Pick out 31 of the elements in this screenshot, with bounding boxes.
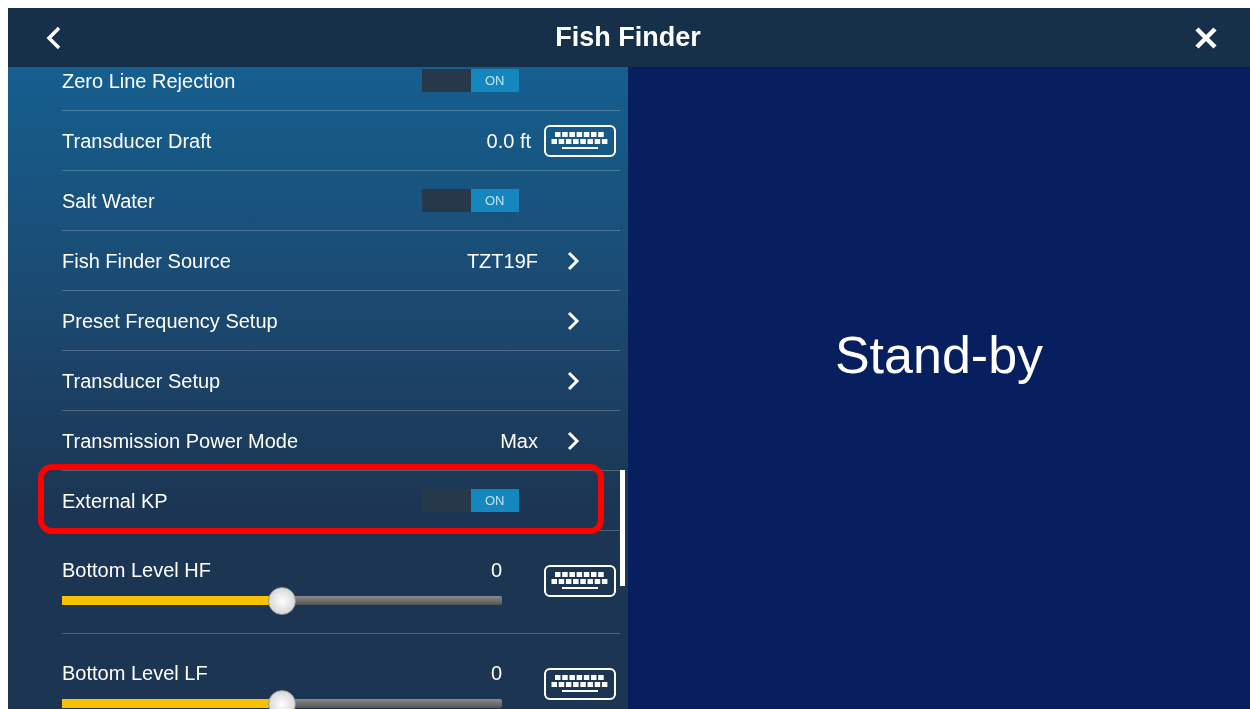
keyboard-button[interactable] <box>544 668 616 700</box>
setting-label: Bottom Level LF <box>62 661 208 686</box>
chevron-right-icon[interactable] <box>566 310 580 331</box>
chevron-right-icon[interactable] <box>566 250 580 271</box>
setting-label[interactable]: Transmission Power Mode <box>62 425 298 456</box>
setting-label[interactable]: Transducer Setup <box>62 365 221 396</box>
keyboard-icon <box>550 129 610 152</box>
chevron-right-icon[interactable] <box>566 430 580 451</box>
setting-label: Transducer Draft <box>62 128 212 154</box>
setting-label: Salt Water <box>62 188 155 214</box>
setting-value: 0.0 ft <box>486 128 531 154</box>
back-icon[interactable] <box>46 25 62 50</box>
setting-label: External KP <box>62 488 168 514</box>
status-text: Stand-by <box>834 329 1044 386</box>
keyboard-button[interactable] <box>544 124 616 157</box>
setting-value: Max <box>500 428 538 454</box>
chevron-right-icon[interactable] <box>566 370 580 391</box>
keyboard-icon <box>550 570 610 592</box>
close-icon[interactable] <box>1194 25 1218 50</box>
scrollbar[interactable] <box>620 470 625 586</box>
setting-label[interactable]: Fish Finder Source <box>62 245 231 276</box>
slider-thumb[interactable] <box>268 587 296 615</box>
setting-label: Zero Line Rejection <box>62 68 236 94</box>
setting-label: Bottom Level HF <box>62 558 211 583</box>
setting-value: TZT19F <box>466 248 538 274</box>
window-title: Fish Finder <box>555 21 701 55</box>
keyboard-icon <box>550 673 610 695</box>
setting-label[interactable]: Preset Frequency Setup <box>62 305 278 336</box>
setting-value: 0 <box>490 558 502 583</box>
keyboard-button[interactable] <box>544 565 616 597</box>
setting-value: 0 <box>490 661 502 686</box>
